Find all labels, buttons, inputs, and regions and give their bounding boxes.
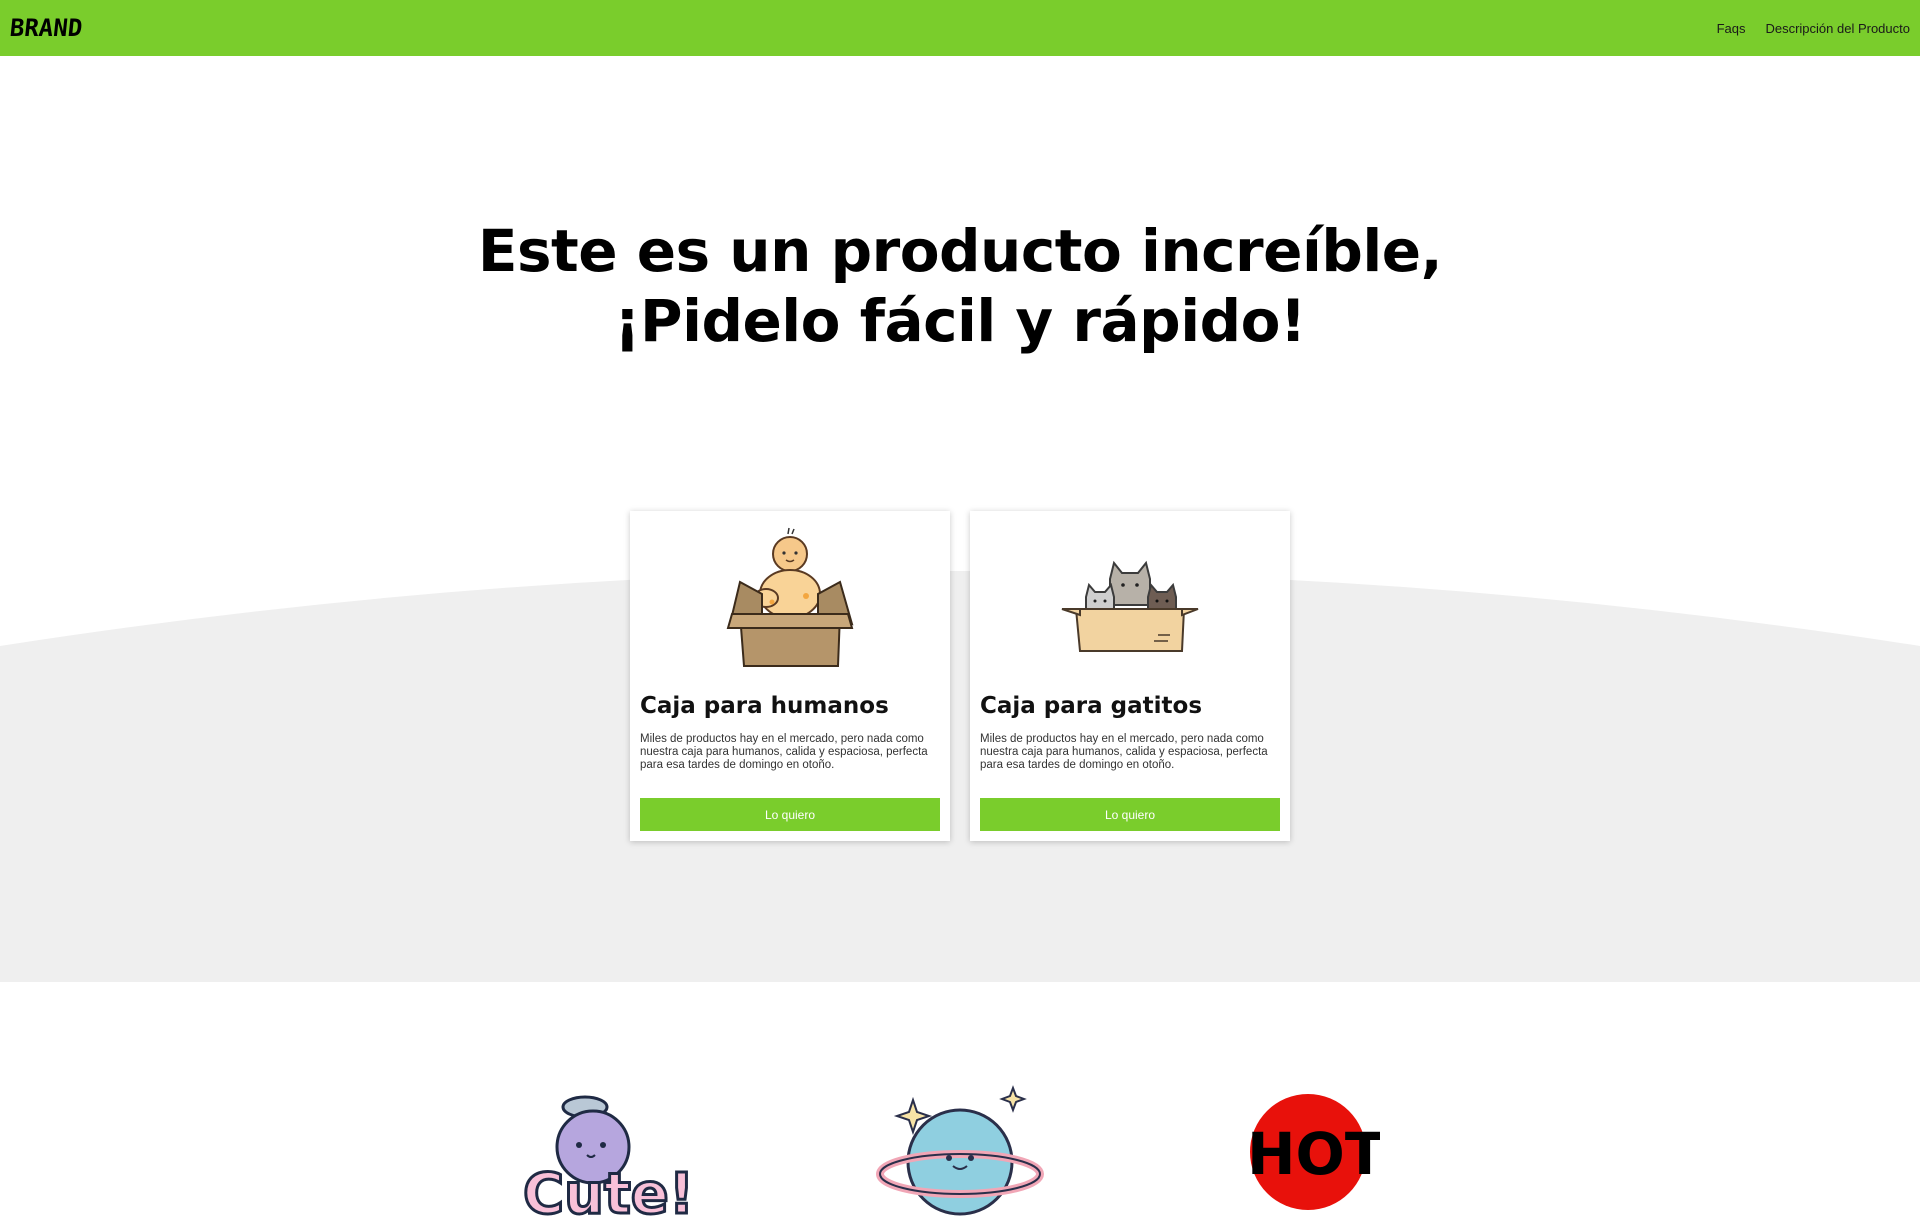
navbar: BRAND Faqs Descripción del Producto xyxy=(0,0,1920,56)
hot-sticker-icon: HOT xyxy=(1247,1094,1380,1210)
buy-button[interactable]: Lo quiero xyxy=(980,798,1280,831)
cute-sticker-text: Cute! xyxy=(523,1162,694,1217)
product-card: Caja para gatitos Miles de productos hay… xyxy=(970,511,1290,841)
product-title: Caja para gatitos xyxy=(980,693,1203,719)
hot-sticker-text: HOT xyxy=(1247,1120,1380,1188)
product-description: Miles de productos hay en el mercado, pe… xyxy=(980,733,1268,771)
stickers-section: Cute! HOT xyxy=(0,982,1920,1217)
hero-title-line-2: ¡Pidelo fácil y rápido! xyxy=(614,287,1306,355)
hero-title: Este es un producto increíble, ¡Pidelo f… xyxy=(0,216,1920,356)
product-description: Miles de productos hay en el mercado, pe… xyxy=(640,733,928,771)
planet-sticker-icon xyxy=(876,1085,1044,1216)
hero-title-line-1: Este es un producto increíble, xyxy=(477,217,1443,285)
nav-link-product-description[interactable]: Descripción del Producto xyxy=(1765,21,1910,36)
product-image-baby-in-box xyxy=(630,511,950,686)
nav-link-faqs[interactable]: Faqs xyxy=(1717,21,1746,36)
brand-logo[interactable]: BRAND xyxy=(9,14,84,42)
product-title: Caja para humanos xyxy=(640,693,889,719)
buy-button[interactable]: Lo quiero xyxy=(640,798,940,831)
nav-links: Faqs Descripción del Producto xyxy=(1717,21,1910,36)
product-image-cats-in-box xyxy=(970,511,1290,686)
hero-section: Este es un producto increíble, ¡Pidelo f… xyxy=(0,56,1920,982)
product-card: Caja para humanos Miles de productos hay… xyxy=(630,511,950,841)
cute-sticker-icon: Cute! xyxy=(522,1095,696,1217)
hero-curve-background xyxy=(0,571,1920,982)
